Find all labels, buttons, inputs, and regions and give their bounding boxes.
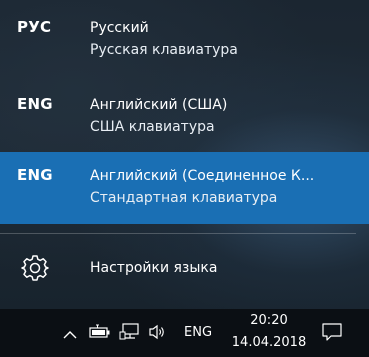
language-name: Английский (США) xyxy=(90,97,228,113)
language-code: ENG xyxy=(17,95,53,113)
language-settings-link[interactable]: Настройки языка xyxy=(0,243,369,295)
keyboard-layout: США клавиатура xyxy=(90,119,215,135)
clock-date[interactable]: 14.04.2018 xyxy=(222,335,316,350)
keyboard-layout: Стандартная клавиатура xyxy=(90,190,278,206)
language-code: ENG xyxy=(17,166,53,184)
input-language-indicator[interactable]: ENG xyxy=(184,325,212,340)
gear-icon xyxy=(21,254,49,282)
taskbar: ENG 20:20 14.04.2018 xyxy=(0,309,369,357)
notification-icon[interactable] xyxy=(321,322,343,346)
language-flyout: РУС Русский Русская клавиатура ENG Англи… xyxy=(0,0,369,309)
keyboard-layout: Русская клавиатура xyxy=(90,42,238,58)
language-settings-label: Настройки языка xyxy=(90,260,218,276)
language-code: РУС xyxy=(17,18,52,36)
chevron-up-icon[interactable] xyxy=(63,325,77,344)
language-item-russian[interactable]: РУС Русский Русская клавиатура xyxy=(0,4,369,76)
language-item-english-us[interactable]: ENG Английский (США) США клавиатура xyxy=(0,81,369,153)
language-name: Английский (Соединенное К... xyxy=(90,168,315,184)
clock-time[interactable]: 20:20 xyxy=(237,313,301,328)
language-name: Русский xyxy=(90,20,149,36)
network-icon[interactable] xyxy=(119,323,141,345)
speaker-icon[interactable] xyxy=(148,324,166,344)
divider xyxy=(0,233,356,234)
battery-icon[interactable] xyxy=(89,324,111,344)
language-item-english-uk[interactable]: ENG Английский (Соединенное К... Стандар… xyxy=(0,152,369,224)
